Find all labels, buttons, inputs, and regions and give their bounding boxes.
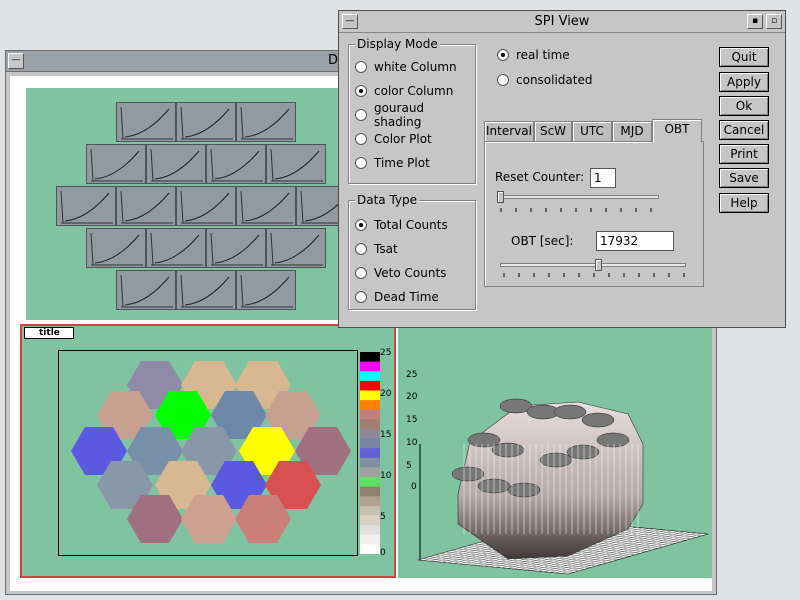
radio-label: Color Plot xyxy=(374,132,432,146)
obt-field[interactable]: 17932 xyxy=(596,231,674,251)
tab-mjd[interactable]: MJD xyxy=(612,121,652,141)
radio-label: Tsat xyxy=(374,242,398,256)
radio-label: Total Counts xyxy=(374,218,448,232)
radio-indicator[interactable] xyxy=(497,74,509,86)
mini-spectrum-plot xyxy=(176,186,236,226)
dialog-title: SPI View xyxy=(534,14,590,29)
tab-interval[interactable]: Interval xyxy=(484,121,534,141)
mini-spectrum-plot xyxy=(86,144,146,184)
apply-button[interactable]: Apply xyxy=(719,72,769,92)
radio-indicator[interactable] xyxy=(355,267,367,279)
radio-veto-counts[interactable]: Veto Counts xyxy=(355,264,446,282)
obt-slider-thumb[interactable] xyxy=(595,259,602,271)
display-mode-label: Display Mode xyxy=(355,37,440,51)
radio-indicator[interactable] xyxy=(355,291,367,303)
mini-spectrum-plot xyxy=(266,228,326,268)
tab-utc[interactable]: UTC xyxy=(572,121,612,141)
radio-real-time[interactable]: real time xyxy=(497,46,570,64)
radio-tsat[interactable]: Tsat xyxy=(355,240,398,258)
mini-spectrum-plot xyxy=(146,228,206,268)
tab-scw[interactable]: ScW xyxy=(534,121,572,141)
pad-title-tag: title xyxy=(24,327,74,339)
tab-obt[interactable]: OBT xyxy=(652,119,702,143)
hexmap-frame xyxy=(58,350,358,556)
radio-indicator[interactable] xyxy=(355,109,367,121)
radio-indicator[interactable] xyxy=(355,85,367,97)
window-menu-icon[interactable]: — xyxy=(8,53,24,69)
quit-button[interactable]: Quit xyxy=(719,47,769,67)
colorbar-tick: 15 xyxy=(380,430,392,440)
ok-button[interactable]: Ok xyxy=(719,96,769,116)
lego-plot-pad[interactable]: 25 20 15 10 5 0 xyxy=(398,324,712,578)
save-button[interactable]: Save xyxy=(719,168,769,188)
mini-spectrum-plot xyxy=(86,228,146,268)
radio-label: real time xyxy=(516,48,570,62)
radio-indicator[interactable] xyxy=(355,243,367,255)
dialog-titlebar[interactable]: — SPI View ▪ ▫ xyxy=(339,11,785,33)
colorbar-tick: 0 xyxy=(380,548,386,558)
radio-indicator[interactable] xyxy=(355,133,367,145)
mini-spectrum-plot xyxy=(116,186,176,226)
hexmap-detectors xyxy=(71,361,351,543)
radio-indicator[interactable] xyxy=(355,61,367,73)
display-mode-group: Display Mode white Column color Column g… xyxy=(348,37,476,184)
mini-spectrum-plot xyxy=(236,102,296,142)
obt-ticks xyxy=(503,273,685,277)
radio-consolidated[interactable]: consolidated xyxy=(497,71,592,89)
hexmap-pad[interactable]: title 25 20 15 10 5 0 xyxy=(20,324,396,578)
mini-spectrum-plot xyxy=(146,144,206,184)
background-window-title: D xyxy=(328,53,339,68)
reset-counter-field[interactable]: 1 xyxy=(590,168,616,188)
data-type-label: Data Type xyxy=(355,193,420,207)
maximize-icon[interactable]: ▫ xyxy=(766,14,782,29)
radio-gouraud-shading[interactable]: gouraud shading xyxy=(355,101,475,129)
radio-indicator[interactable] xyxy=(355,219,367,231)
mini-spectrum-plot xyxy=(206,144,266,184)
mini-spectrum-plot xyxy=(206,228,266,268)
cancel-button[interactable]: Cancel xyxy=(719,120,769,140)
print-button[interactable]: Print xyxy=(719,144,769,164)
radio-time-plot[interactable]: Time Plot xyxy=(355,154,430,172)
mini-spectrum-plot xyxy=(266,144,326,184)
reset-counter-slider-thumb[interactable] xyxy=(497,191,504,203)
radio-label: Time Plot xyxy=(374,156,430,170)
obt-label: OBT [sec]: xyxy=(511,234,574,248)
reset-counter-label: Reset Counter: xyxy=(495,170,585,184)
radio-color-column[interactable]: color Column xyxy=(355,82,453,100)
color-scale-bar xyxy=(360,352,380,554)
radio-total-counts[interactable]: Total Counts xyxy=(355,216,448,234)
radio-white-column[interactable]: white Column xyxy=(355,58,457,76)
colorbar-tick: 25 xyxy=(380,348,392,358)
lego-3d-plot xyxy=(417,398,709,575)
data-type-group: Data Type Total Counts Tsat Veto Counts … xyxy=(348,193,476,310)
radio-color-plot[interactable]: Color Plot xyxy=(355,130,432,148)
time-tabs: Interval ScW UTC MJD OBT xyxy=(484,119,704,143)
radio-dead-time[interactable]: Dead Time xyxy=(355,288,439,306)
radio-indicator[interactable] xyxy=(355,157,367,169)
radio-label: gouraud shading xyxy=(373,101,425,129)
mini-spectrum-plot xyxy=(236,270,296,310)
obt-slider-track[interactable] xyxy=(500,263,686,267)
mini-spectrum-plot xyxy=(176,270,236,310)
colorbar-tick: 5 xyxy=(380,512,386,522)
tab-panel: Reset Counter: 1 OBT [sec]: 17932 xyxy=(484,141,704,287)
colorbar-tick: 20 xyxy=(380,389,392,399)
spi-view-dialog: — SPI View ▪ ▫ Display Mode white Column… xyxy=(338,10,786,328)
radio-label: white Column xyxy=(374,60,457,74)
reset-counter-slider-track[interactable] xyxy=(497,195,659,199)
mini-spectrum-plot xyxy=(176,102,236,142)
radio-label: Dead Time xyxy=(374,290,439,304)
colorbar-tick: 10 xyxy=(380,471,392,481)
radio-label: consolidated xyxy=(516,73,593,87)
mini-spectrum-plot xyxy=(116,270,176,310)
mini-spectrum-plot xyxy=(236,186,296,226)
radio-label: color Column xyxy=(374,84,454,98)
mini-spectrum-plot xyxy=(56,186,116,226)
radio-indicator[interactable] xyxy=(497,49,509,61)
reset-counter-ticks xyxy=(500,208,652,212)
radio-label: Veto Counts xyxy=(374,266,447,280)
mini-spectrum-plot xyxy=(116,102,176,142)
minimize-icon[interactable]: ▪ xyxy=(747,14,763,29)
help-button[interactable]: Help xyxy=(719,193,769,213)
